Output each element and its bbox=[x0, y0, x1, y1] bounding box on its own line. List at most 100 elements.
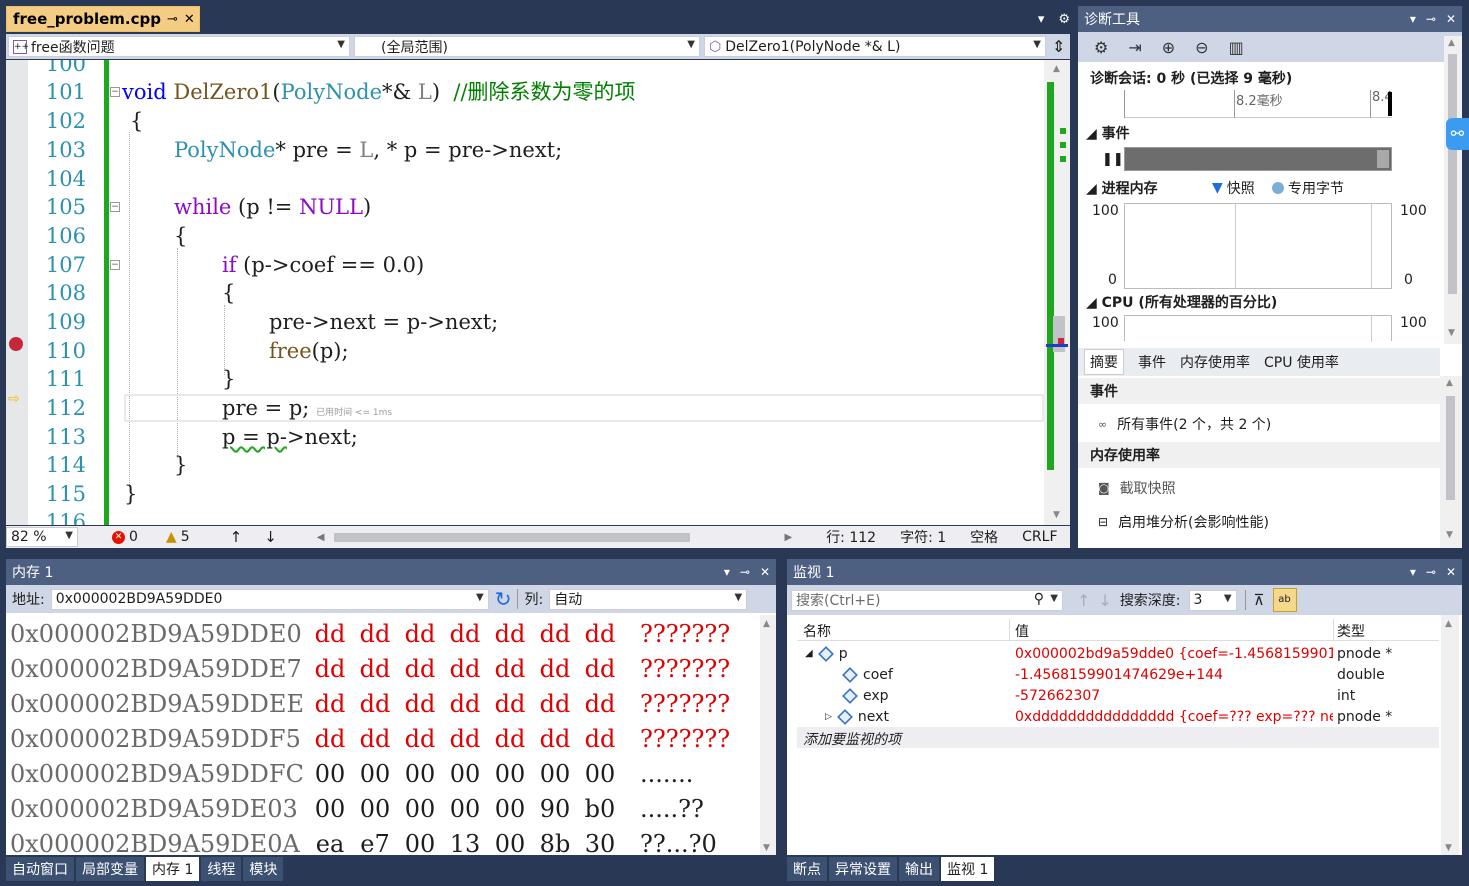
memory-byte[interactable]: dd bbox=[400, 652, 440, 687]
memory-byte[interactable]: dd bbox=[400, 722, 440, 757]
memory-byte[interactable]: 00 bbox=[400, 757, 440, 792]
line-indicator[interactable]: 行: 112 bbox=[826, 527, 876, 547]
chart-icon[interactable]: ▥ bbox=[1229, 38, 1244, 57]
memory-row[interactable]: 0x000002BD9A59DDEE dd dd dd dd dd dd dd??????? bbox=[10, 687, 755, 722]
memory-row[interactable]: 0x000002BD9A59DDE0 dd dd dd dd dd dd dd??????? bbox=[10, 617, 755, 652]
pin-icon[interactable]: ⊸ bbox=[167, 12, 178, 27]
process-memory-header[interactable]: ◢ 进程内存 bbox=[1086, 178, 1158, 198]
window-menu-icon[interactable]: ▾ bbox=[1410, 12, 1416, 26]
memory-byte[interactable]: dd bbox=[535, 722, 575, 757]
editor-horizontal-scrollbar[interactable] bbox=[330, 530, 776, 544]
bottom-tab[interactable]: 模块 bbox=[243, 857, 284, 881]
bottom-tab[interactable]: 自动窗口 bbox=[6, 857, 74, 881]
watch-row[interactable]: ◢ p 0x000002bd9a59dde0 {coef=-1.456815990… bbox=[797, 643, 1437, 664]
take-snapshot-button[interactable]: ◙ 截取快照 bbox=[1098, 478, 1176, 498]
memory-byte[interactable]: dd bbox=[490, 722, 530, 757]
memory-row[interactable]: 0x000002BD9A59DE03 00 00 00 00 00 90 b0.....?? bbox=[10, 792, 755, 827]
bottom-tab[interactable]: 线程 bbox=[201, 857, 242, 881]
memory-byte[interactable]: b0 bbox=[580, 792, 620, 827]
memory-byte[interactable]: dd bbox=[355, 652, 395, 687]
editor-tab-free-problem[interactable]: free_problem.cpp ⊸ ✕ bbox=[6, 6, 200, 32]
pin-icon[interactable]: ⊸ bbox=[1426, 12, 1436, 26]
memory-byte[interactable]: dd bbox=[310, 722, 350, 757]
pin-icon[interactable]: ⊸ bbox=[740, 565, 750, 579]
columns-dropdown[interactable]: 自动 ▼ bbox=[549, 588, 748, 610]
close-icon[interactable]: ✕ bbox=[184, 12, 195, 27]
memory-byte[interactable]: 00 bbox=[355, 792, 395, 827]
memory-byte[interactable]: dd bbox=[445, 722, 485, 757]
memory-byte[interactable]: dd bbox=[445, 617, 485, 652]
function-dropdown[interactable]: ⬡ DelZero1(PolyNode *& L) ▼ bbox=[704, 36, 1046, 57]
arrow-down-icon[interactable]: ↓ bbox=[264, 528, 277, 546]
memory-byte[interactable]: 00 bbox=[310, 757, 350, 792]
memory-byte[interactable]: dd bbox=[445, 687, 485, 722]
memory-byte[interactable]: 00 bbox=[400, 827, 440, 862]
pause-icon[interactable]: ❚❚ bbox=[1102, 152, 1124, 167]
cpu-chart[interactable] bbox=[1124, 315, 1392, 342]
close-icon[interactable]: ✕ bbox=[1446, 565, 1456, 579]
bottom-tab[interactable]: 输出 bbox=[899, 857, 939, 881]
column-header-name[interactable]: 名称 bbox=[803, 621, 831, 641]
bottom-tab[interactable]: 断点 bbox=[787, 857, 827, 881]
scroll-right-icon[interactable]: ▶ bbox=[784, 532, 792, 543]
diag-lower-scrollbar[interactable]: ▲ ▼ bbox=[1440, 376, 1462, 548]
scope-dropdown[interactable]: (全局范围) ▼ bbox=[354, 36, 700, 57]
add-watch-item[interactable]: 添加要监视的项 bbox=[797, 727, 1439, 748]
close-icon[interactable]: ✕ bbox=[760, 565, 770, 579]
search-depth-dropdown[interactable]: 3 ▼ bbox=[1188, 589, 1237, 611]
diag-upper-scrollbar[interactable]: ▲ ▼ bbox=[1444, 36, 1462, 344]
memory-byte[interactable]: 30 bbox=[580, 827, 620, 862]
memory-row[interactable]: 0x000002BD9A59DDE7 dd dd dd dd dd dd dd??????? bbox=[10, 652, 755, 687]
memory-byte[interactable]: dd bbox=[445, 652, 485, 687]
memory-byte[interactable]: e7 bbox=[355, 827, 395, 862]
export-icon[interactable]: ⇥ bbox=[1128, 38, 1141, 57]
pin-icon[interactable]: ⊸ bbox=[1426, 565, 1436, 579]
memory-row[interactable]: 0x000002BD9A59DDF5 dd dd dd dd dd dd dd??????? bbox=[10, 722, 755, 757]
expand-triangle-icon[interactable]: ▷ bbox=[825, 712, 832, 722]
memory-byte[interactable]: 8b bbox=[535, 827, 575, 862]
collapse-triangle-icon[interactable]: ◢ bbox=[805, 648, 813, 659]
address-input[interactable]: 0x000002BD9A59DDE0 ▼ bbox=[50, 588, 489, 610]
memory-byte[interactable]: ea bbox=[310, 827, 350, 862]
timeline-cursor[interactable] bbox=[1388, 92, 1392, 116]
cpu-section-header[interactable]: ◢ CPU (所有处理器的百分比) bbox=[1086, 292, 1277, 312]
memory-byte[interactable]: dd bbox=[310, 687, 350, 722]
watch-row[interactable]: exp -572662307 int bbox=[797, 685, 1437, 706]
perf-tip[interactable]: 已用时间 <= 1ms bbox=[316, 408, 392, 418]
project-dropdown[interactable]: ++ free函数问题 ▼ bbox=[8, 36, 350, 57]
line-ending-indicator[interactable]: CRLF bbox=[1022, 529, 1057, 545]
memory-byte[interactable]: 00 bbox=[400, 792, 440, 827]
memory-scrollbar[interactable]: ▲ ▼ bbox=[760, 615, 776, 855]
all-events-item[interactable]: ∞ 所有事件(2 个，共 2 个) bbox=[1098, 414, 1271, 434]
memory-byte[interactable]: 00 bbox=[445, 757, 485, 792]
fold-collapse-icon[interactable]: − bbox=[110, 87, 120, 97]
tab-cpu-usage[interactable]: CPU 使用率 bbox=[1264, 352, 1339, 372]
watch-scrollbar[interactable]: ▲ ▼ bbox=[1441, 615, 1459, 855]
zoom-in-icon[interactable]: ⊕ bbox=[1162, 38, 1175, 57]
search-next-icon[interactable]: ↓ bbox=[1098, 591, 1111, 610]
tab-list-dropdown-icon[interactable]: ▾ bbox=[1038, 12, 1045, 27]
memory-byte[interactable]: 00 bbox=[310, 792, 350, 827]
bottom-tab[interactable]: 局部变量 bbox=[76, 857, 144, 881]
memory-byte[interactable]: dd bbox=[355, 722, 395, 757]
memory-byte[interactable]: dd bbox=[400, 617, 440, 652]
memory-byte[interactable]: 13 bbox=[445, 827, 485, 862]
scroll-up-icon[interactable]: ▲ bbox=[1053, 64, 1060, 74]
memory-byte[interactable]: dd bbox=[310, 617, 350, 652]
tab-memory-usage[interactable]: 内存使用率 bbox=[1180, 352, 1250, 372]
settings-gear-icon[interactable]: ⚙ bbox=[1094, 38, 1108, 57]
pin-to-source-icon[interactable]: ⊼ bbox=[1254, 591, 1265, 609]
events-section-header[interactable]: ◢ 事件 bbox=[1086, 123, 1130, 143]
search-previous-icon[interactable]: ↑ bbox=[1077, 591, 1090, 610]
memory-byte[interactable]: 00 bbox=[490, 827, 530, 862]
watch-search-input[interactable]: 搜索(Ctrl+E) ⚲ ▼ bbox=[791, 589, 1063, 611]
tab-events[interactable]: 事件 bbox=[1138, 352, 1166, 372]
memory-byte[interactable]: 00 bbox=[490, 792, 530, 827]
memory-byte[interactable]: 90 bbox=[535, 792, 575, 827]
memory-byte[interactable]: dd bbox=[535, 652, 575, 687]
timeline-ruler[interactable]: 8.2毫秒 8.4 bbox=[1124, 90, 1393, 118]
gear-icon[interactable]: ⚙ bbox=[1058, 12, 1070, 27]
watch-row[interactable]: coef -1.4568159901474629e+144 double bbox=[797, 664, 1437, 685]
memory-byte[interactable]: 00 bbox=[355, 757, 395, 792]
memory-byte[interactable]: dd bbox=[580, 652, 620, 687]
